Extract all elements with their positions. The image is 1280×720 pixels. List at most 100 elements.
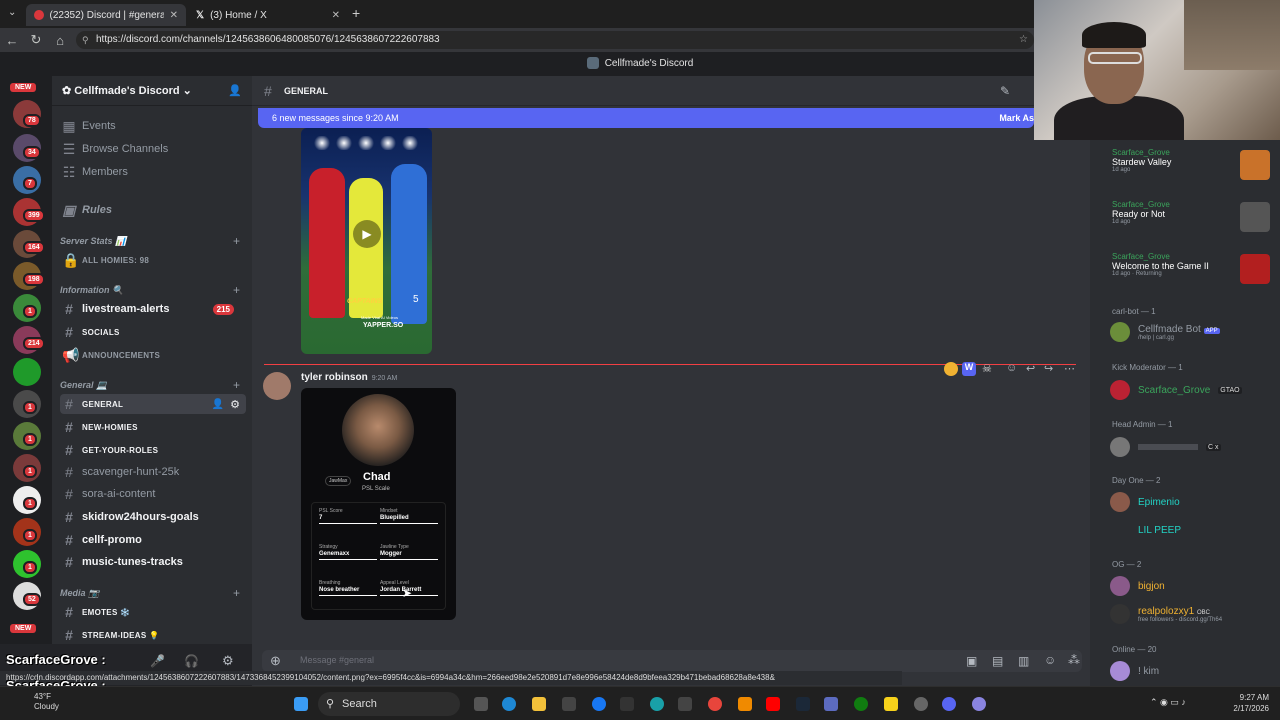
- member-cellfmade-bot[interactable]: Cellfmade Bot APP/help | carl.gg: [1110, 322, 1220, 342]
- category-information[interactable]: Information 🔍: [60, 285, 123, 296]
- guild-header[interactable]: ✿ Cellfmade's Discord ⌄ 👤: [52, 76, 252, 106]
- add-channel-icon[interactable]: +: [233, 283, 240, 297]
- vlc-icon[interactable]: [738, 697, 752, 711]
- channel-livestream-alerts[interactable]: # livestream-alerts 215: [60, 299, 246, 319]
- image-attachment[interactable]: JawMax Chad PSL Scale PSL Score 7 Mindset…: [301, 388, 456, 620]
- new-tab-button[interactable]: +: [352, 5, 360, 21]
- windows-start-icon[interactable]: [294, 697, 308, 711]
- channel-new-homies[interactable]: # NEW-HOMIES: [60, 417, 246, 437]
- all-homies-item[interactable]: 🔒 ALL HOMIES: 98: [60, 250, 246, 270]
- author-name[interactable]: tyler robinson: [301, 372, 368, 383]
- add-channel-icon[interactable]: +: [233, 234, 240, 248]
- message-input[interactable]: Message #general: [300, 655, 374, 665]
- reply-icon[interactable]: ↩: [1026, 362, 1035, 375]
- play-icon[interactable]: ▶: [353, 220, 381, 248]
- tray-icons[interactable]: ⌃ ◉ ▭ ♪: [1150, 697, 1200, 711]
- member-bigjon[interactable]: bigjon: [1110, 576, 1165, 596]
- site-info-icon[interactable]: ⚲: [82, 31, 89, 49]
- channel-sora[interactable]: # sora-ai-content: [60, 484, 246, 504]
- add-attachment-icon[interactable]: ⊕: [270, 653, 281, 669]
- url-input[interactable]: ⚲ https://discord.com/channels/124563860…: [76, 31, 1034, 49]
- w-reaction-icon[interactable]: W: [962, 362, 976, 376]
- member-realpolozxy1[interactable]: realpolozxy1 OBC free followers - discord…: [1110, 604, 1222, 624]
- gift-icon[interactable]: ▣: [966, 654, 977, 668]
- apps-icon[interactable]: ⁂: [1068, 653, 1080, 667]
- events-item[interactable]: ▦ Events: [60, 116, 246, 136]
- category-media[interactable]: Media 📷: [60, 588, 99, 599]
- member-kim[interactable]: ! kim: [1110, 661, 1159, 681]
- mark-as-read-button[interactable]: Mark As: [999, 108, 1034, 128]
- gear-icon[interactable]: ⚙: [230, 398, 240, 411]
- category-server-stats[interactable]: Server Stats 📊: [60, 236, 126, 247]
- headphone-icon[interactable]: 🎧: [184, 654, 199, 668]
- channel-music[interactable]: # music-tunes-tracks: [60, 552, 246, 572]
- amazon-icon[interactable]: [620, 697, 634, 711]
- edge-active-icon[interactable]: [650, 697, 664, 711]
- facebook-icon[interactable]: [592, 697, 606, 711]
- clock[interactable]: 9:27 AM 2/17/2026: [1205, 692, 1269, 714]
- new-messages-bar[interactable]: 6 new messages since 9:20 AM Mark As: [258, 108, 1034, 128]
- tab-discord[interactable]: (22352) Discord | #general | Cellfm ✕: [26, 4, 186, 26]
- explorer-icon[interactable]: [532, 697, 546, 711]
- video-embed[interactable]: ▶ CAPTAINS Made Viral AI Videos YAPPER.S…: [301, 128, 432, 354]
- back-icon[interactable]: ←: [0, 33, 24, 48]
- member-epimenio[interactable]: Epimenio: [1110, 492, 1180, 512]
- store-icon[interactable]: [562, 697, 576, 711]
- activity-card-welcome[interactable]: Scarface_Grove Welcome to the Game II 1d…: [1112, 252, 1270, 302]
- add-channel-icon[interactable]: +: [233, 586, 240, 600]
- taskview-icon[interactable]: [474, 697, 488, 711]
- channel-socials[interactable]: # SOCIALS: [60, 322, 246, 342]
- server-icon[interactable]: [13, 358, 41, 386]
- rules-item[interactable]: ▣ Rules: [60, 200, 246, 220]
- reload-icon[interactable]: ↻: [24, 32, 48, 48]
- calculator-icon[interactable]: [678, 697, 692, 711]
- channel-stream-ideas[interactable]: # STREAM-IDEAS 💡: [60, 625, 246, 644]
- add-channel-icon[interactable]: +: [233, 378, 240, 392]
- category-general[interactable]: General 💻: [60, 380, 107, 391]
- emoji-reaction-icon[interactable]: [944, 362, 958, 376]
- youtube-icon[interactable]: [766, 697, 780, 711]
- invite-icon[interactable]: 👤: [228, 76, 242, 106]
- channel-cellf-promo[interactable]: # cellf-promo: [60, 530, 246, 550]
- channel-general[interactable]: # GENERAL 👤 ⚙: [60, 394, 246, 414]
- emoji-icon[interactable]: ☺: [1044, 653, 1056, 667]
- settings-icon[interactable]: [914, 697, 928, 711]
- edge-icon[interactable]: [502, 697, 516, 711]
- invite-icon[interactable]: 👤: [212, 399, 224, 410]
- more-icon[interactable]: ⋯: [1064, 362, 1075, 375]
- notes-icon[interactable]: [884, 697, 898, 711]
- channel-skidrow[interactable]: # skidrow24hours-goals: [60, 507, 246, 527]
- home-icon[interactable]: ⌂: [48, 33, 72, 48]
- chrome-icon[interactable]: [708, 697, 722, 711]
- sticker-icon[interactable]: ▥: [1018, 654, 1029, 668]
- forward-icon[interactable]: ↪: [1044, 362, 1053, 375]
- xbox-icon[interactable]: [854, 697, 868, 711]
- weather-widget[interactable]: 43°F Cloudy: [34, 692, 59, 712]
- tab-search-icon[interactable]: ⌄: [8, 7, 16, 18]
- gear-icon[interactable]: ⚙: [222, 653, 234, 669]
- discord-taskbar-icon[interactable]: [942, 697, 956, 711]
- member-scarface-grove[interactable]: Scarface_Grove GTAO: [1110, 380, 1242, 400]
- activity-card-stardew[interactable]: Scarface_Grove Stardew Valley 1d ago: [1112, 148, 1270, 198]
- members-item[interactable]: ☷ Members: [60, 162, 246, 182]
- threads-icon[interactable]: ✎: [1000, 84, 1010, 98]
- close-tab-icon[interactable]: ✕: [332, 10, 340, 21]
- member-head-admin[interactable]: C x: [1110, 437, 1221, 457]
- skull-reaction-icon[interactable]: ☠: [982, 362, 992, 375]
- gif-icon[interactable]: ▤: [992, 654, 1003, 668]
- steam-icon[interactable]: [796, 697, 810, 711]
- channel-emotes[interactable]: # EMOTES ❄️: [60, 602, 246, 622]
- add-reaction-icon[interactable]: ☺: [1006, 362, 1017, 374]
- member-lil-peep[interactable]: LIL PEEP: [1110, 521, 1181, 539]
- mic-icon[interactable]: 🎤: [150, 654, 165, 668]
- avatar[interactable]: [263, 372, 291, 400]
- obs-icon[interactable]: [972, 697, 986, 711]
- channel-get-your-roles[interactable]: # GET-YOUR-ROLES: [60, 440, 246, 460]
- channel-announcements[interactable]: 📢 ANNOUNCEMENTS: [60, 345, 246, 365]
- channel-scavenger[interactable]: # scavenger-hunt-25k: [60, 462, 246, 482]
- tab-x[interactable]: 𝕏 (3) Home / X ✕: [188, 4, 348, 26]
- activity-card-ready-or-not[interactable]: Scarface_Grove Ready or Not 1d ago: [1112, 200, 1270, 250]
- app-icon[interactable]: [824, 697, 838, 711]
- close-tab-icon[interactable]: ✕: [170, 10, 178, 21]
- browse-channels-item[interactable]: ☰ Browse Channels: [60, 139, 246, 159]
